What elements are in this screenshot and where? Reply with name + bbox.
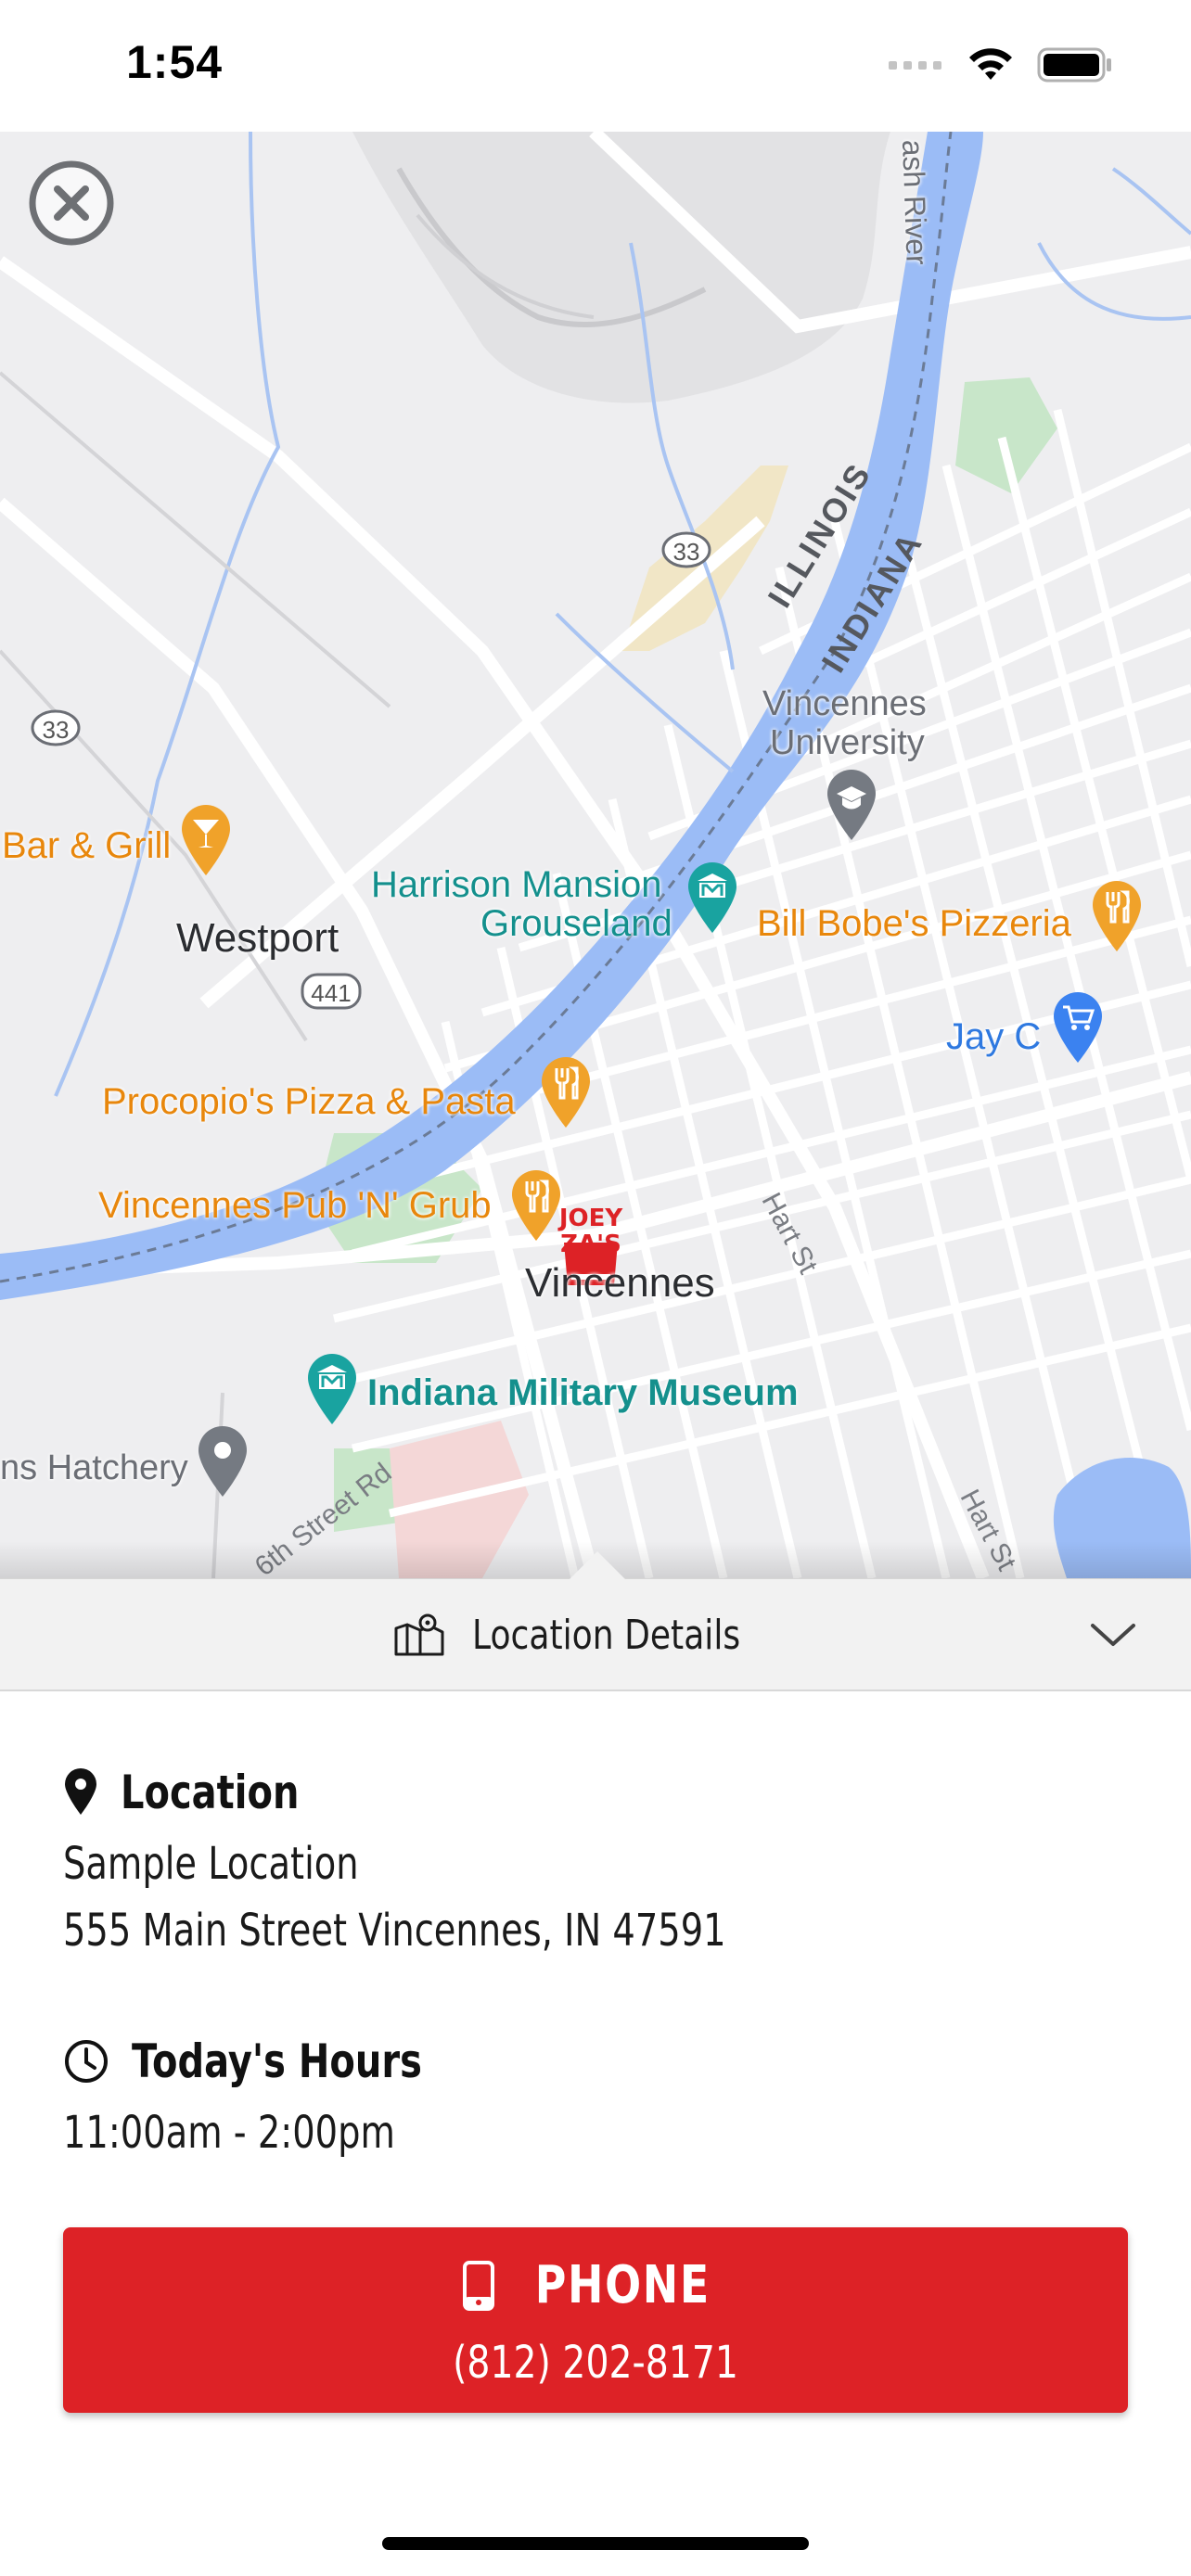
vincennes-university-label-2: University xyxy=(770,723,925,762)
route-33-label: 33 xyxy=(42,716,70,744)
bar-pin-icon[interactable] xyxy=(178,803,234,877)
clock-icon xyxy=(65,2040,108,2083)
cellular-signal-icon xyxy=(889,61,941,70)
phone-call-button[interactable]: PHONE (812) 202-8171 xyxy=(63,2227,1128,2413)
map-icon xyxy=(394,1613,444,1656)
status-icons xyxy=(889,46,1115,83)
bill-bobes-label: Bill Bobe's Pizzeria xyxy=(757,903,1071,944)
header-notch xyxy=(570,1551,625,1579)
close-map-button[interactable] xyxy=(28,159,115,247)
phone-number: (812) 202-8171 xyxy=(453,2337,738,2389)
status-bar: 1:54 xyxy=(0,0,1191,132)
route-shield-441: 441 xyxy=(301,972,362,1015)
vincennes-university-label-1: Vincennes xyxy=(762,684,927,723)
hatchery-label: ns Hatchery xyxy=(0,1448,188,1487)
procopios-label: Procopio's Pizza & Pasta xyxy=(102,1081,516,1122)
vincennes-label: Vincennes xyxy=(525,1260,715,1306)
bar-grill-label: Bar & Grill xyxy=(2,825,172,866)
location-heading: Location xyxy=(121,1766,300,1819)
location-details-toggle[interactable]: Location Details xyxy=(0,1551,1191,1691)
hours-heading: Today's Hours xyxy=(132,2034,422,2088)
museum-pin-icon[interactable] xyxy=(685,861,740,935)
location-details-title: Location Details xyxy=(471,1611,740,1659)
grocery-pin-icon[interactable] xyxy=(1050,990,1106,1065)
hours-value: 11:00am - 2:00pm xyxy=(63,2107,395,2159)
phone-button-row: PHONE xyxy=(63,2255,1128,2315)
museum-pin-icon[interactable] xyxy=(304,1352,360,1426)
wifi-icon xyxy=(969,48,1012,80)
restaurant-pin-icon[interactable] xyxy=(538,1055,594,1129)
route-441-label: 441 xyxy=(311,979,352,1007)
joey-zas-logo-text: JOEY ZA'S xyxy=(558,1205,623,1258)
map-view[interactable]: 33 33 441 ILLINOIS INDIANA ash River Vin… xyxy=(0,132,1191,1578)
jay-c-label: Jay C xyxy=(946,1016,1042,1057)
vincennes-pub-label: Vincennes Pub 'N' Grub xyxy=(98,1185,492,1226)
home-indicator[interactable] xyxy=(382,2537,809,2550)
harrison-mansion-label-1: Harrison Mansion xyxy=(371,864,662,905)
status-time: 1:54 xyxy=(126,36,224,88)
location-name: Sample Location xyxy=(63,1838,359,1890)
battery-icon xyxy=(1037,47,1111,83)
location-section-heading: Location xyxy=(63,1766,344,1819)
screen: 1:54 33 33 441 ILLINOIS INDIANA ash Rive… xyxy=(0,0,1191,2576)
place-pin-icon[interactable] xyxy=(195,1424,250,1498)
harrison-mansion-label-2: Grouseland xyxy=(480,903,672,944)
route-shield-33-north: 33 xyxy=(660,530,712,574)
university-pin-icon[interactable] xyxy=(824,768,879,842)
location-pin-icon xyxy=(65,1768,96,1815)
phone-label: PHONE xyxy=(534,2255,711,2315)
westport-label: Westport xyxy=(176,915,339,961)
route-33-label: 33 xyxy=(672,538,700,566)
location-details-header-center: Location Details xyxy=(0,1579,1191,1690)
route-shield-33-west: 33 xyxy=(30,708,82,752)
indiana-military-museum-label: Indiana Military Museum xyxy=(367,1372,799,1413)
location-address: 555 Main Street Vincennes, IN 47591 xyxy=(63,1905,726,1957)
restaurant-pin-icon[interactable] xyxy=(1089,879,1145,953)
river-label: ash River xyxy=(896,138,934,266)
hours-section-heading: Today's Hours xyxy=(63,2034,494,2088)
mobile-phone-icon xyxy=(462,2260,494,2311)
chevron-down-icon[interactable] xyxy=(1089,1620,1137,1650)
